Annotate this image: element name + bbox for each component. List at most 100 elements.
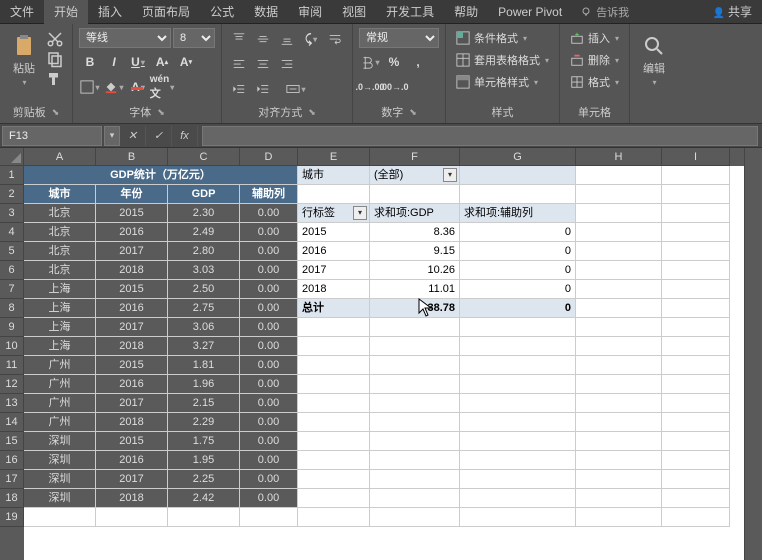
cut-button[interactable] <box>46 30 64 48</box>
cell[interactable] <box>576 489 662 508</box>
cells-area[interactable]: GDP统计（万亿元）城市(全部)▾城市年份GDP辅助列北京20152.300.0… <box>24 166 744 527</box>
cell[interactable] <box>370 489 460 508</box>
cell[interactable] <box>370 375 460 394</box>
cell[interactable] <box>370 470 460 489</box>
table-row[interactable]: 北京 <box>24 223 96 242</box>
cell[interactable] <box>662 242 730 261</box>
cell[interactable] <box>576 451 662 470</box>
cell[interactable] <box>576 261 662 280</box>
align-launcher[interactable]: ⬊ <box>308 107 316 118</box>
merge-button[interactable]: ▾ <box>276 78 316 100</box>
cell[interactable] <box>298 432 370 451</box>
cell[interactable] <box>298 470 370 489</box>
pivot-col-aux[interactable]: 求和项:辅助列 <box>460 204 576 223</box>
align-bottom-button[interactable] <box>276 28 298 50</box>
table-row[interactable]: 深圳 <box>24 489 96 508</box>
row-header-9[interactable]: 9 <box>0 318 24 337</box>
indent-increase-button[interactable] <box>252 78 274 100</box>
cell[interactable] <box>24 508 96 527</box>
paste-button[interactable]: 粘贴▾ <box>6 28 42 92</box>
cell[interactable]: 2015 <box>96 204 168 223</box>
pivot-row[interactable]: 2016 <box>298 242 370 261</box>
cell[interactable]: 1.95 <box>168 451 240 470</box>
cell[interactable]: 0.00 <box>240 432 298 451</box>
cell[interactable] <box>662 185 730 204</box>
cell[interactable] <box>168 508 240 527</box>
cell[interactable] <box>662 451 730 470</box>
cell[interactable]: 2015 <box>96 280 168 299</box>
pivot-total-aux[interactable]: 0 <box>460 299 576 318</box>
cell[interactable]: 1.75 <box>168 432 240 451</box>
row-header-8[interactable]: 8 <box>0 299 24 318</box>
cell[interactable]: 0.00 <box>240 299 298 318</box>
pivot-filter-value[interactable]: (全部)▾ <box>370 166 460 185</box>
cell[interactable] <box>662 489 730 508</box>
cell[interactable]: 2017 <box>96 394 168 413</box>
font-color-button[interactable]: A▾ <box>127 76 149 98</box>
cell[interactable] <box>240 508 298 527</box>
orientation-button[interactable]: ⤹▾ <box>300 28 322 50</box>
grow-font-button[interactable]: A▴ <box>151 51 173 73</box>
cell-styles-button[interactable]: 单元格样式▾ <box>452 72 542 92</box>
cell[interactable]: 2016 <box>96 299 168 318</box>
row-header-3[interactable]: 3 <box>0 204 24 223</box>
insert-cells-button[interactable]: 插入▾ <box>566 28 623 48</box>
align-top-button[interactable] <box>228 28 250 50</box>
cell[interactable] <box>576 166 662 185</box>
cell[interactable] <box>460 356 576 375</box>
cell[interactable]: 2016 <box>96 223 168 242</box>
cell[interactable] <box>460 318 576 337</box>
row-header-18[interactable]: 18 <box>0 489 24 508</box>
cell[interactable] <box>576 242 662 261</box>
indent-decrease-button[interactable] <box>228 78 250 100</box>
title-cell[interactable]: GDP统计（万亿元） <box>24 166 298 185</box>
cell[interactable]: 1.96 <box>168 375 240 394</box>
cell[interactable]: 0.00 <box>240 356 298 375</box>
cell[interactable] <box>662 470 730 489</box>
cell[interactable] <box>370 394 460 413</box>
col-header-G[interactable]: G <box>460 148 576 166</box>
cell[interactable]: 2.15 <box>168 394 240 413</box>
cell[interactable] <box>662 318 730 337</box>
col-header-B[interactable]: B <box>96 148 168 166</box>
cell[interactable]: 11.01 <box>370 280 460 299</box>
pivot-row[interactable]: 2017 <box>298 261 370 280</box>
table-row[interactable]: 广州 <box>24 394 96 413</box>
cell[interactable]: 0.00 <box>240 280 298 299</box>
cell[interactable]: 8.36 <box>370 223 460 242</box>
cell[interactable] <box>576 185 662 204</box>
table-row[interactable]: 北京 <box>24 204 96 223</box>
hdr-city[interactable]: 城市 <box>24 185 96 204</box>
table-row[interactable]: 上海 <box>24 280 96 299</box>
cell[interactable] <box>662 204 730 223</box>
cell[interactable]: 0 <box>460 223 576 242</box>
table-row[interactable]: 深圳 <box>24 470 96 489</box>
table-row[interactable]: 深圳 <box>24 451 96 470</box>
conditional-format-button[interactable]: 条件格式▾ <box>452 28 531 48</box>
cell[interactable]: 0.00 <box>240 375 298 394</box>
bold-button[interactable]: B <box>79 51 101 73</box>
pivot-filter-field[interactable]: 城市 <box>298 166 370 185</box>
cell[interactable] <box>662 432 730 451</box>
cell[interactable] <box>298 451 370 470</box>
cell[interactable]: 3.27 <box>168 337 240 356</box>
cell[interactable]: 2.30 <box>168 204 240 223</box>
cell[interactable] <box>576 394 662 413</box>
enter-formula-button[interactable]: ✓ <box>146 126 172 146</box>
cell[interactable]: 0.00 <box>240 261 298 280</box>
pivot-filter-dropdown[interactable]: ▾ <box>443 168 457 182</box>
table-row[interactable]: 上海 <box>24 299 96 318</box>
row-header-16[interactable]: 16 <box>0 451 24 470</box>
cell[interactable] <box>370 185 460 204</box>
cell[interactable]: 0.00 <box>240 337 298 356</box>
cell[interactable] <box>662 166 730 185</box>
cell[interactable] <box>576 204 662 223</box>
table-row[interactable]: 北京 <box>24 261 96 280</box>
cell[interactable]: 0.00 <box>240 413 298 432</box>
cell[interactable] <box>370 432 460 451</box>
row-header-15[interactable]: 15 <box>0 432 24 451</box>
cell[interactable] <box>662 356 730 375</box>
fx-button[interactable]: fx <box>172 126 198 146</box>
table-row[interactable]: 北京 <box>24 242 96 261</box>
cell[interactable] <box>298 185 370 204</box>
